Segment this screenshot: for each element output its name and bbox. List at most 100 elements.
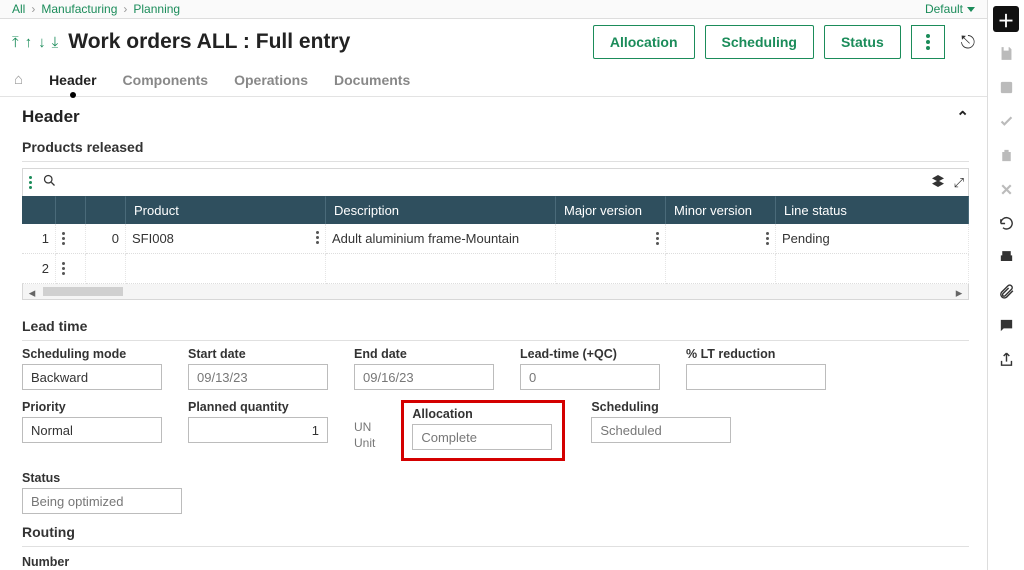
col-blank — [22, 196, 56, 224]
tab-header[interactable]: Header — [49, 72, 96, 88]
col-minor[interactable]: Minor version — [666, 196, 776, 224]
start-date-value: 09/13/23 — [188, 364, 328, 390]
leadtime-row-1: Scheduling mode Start date 09/13/23 End … — [22, 347, 969, 390]
layers-icon[interactable] — [930, 173, 946, 192]
field-routing-desc: Adult MTB3 alu frame — [308, 555, 568, 570]
tab-operations[interactable]: Operations — [234, 72, 308, 88]
col-blank2 — [56, 196, 86, 224]
col-linestatus[interactable]: Line status — [776, 196, 969, 224]
cell-menu-icon[interactable] — [656, 232, 659, 245]
pct-lt-input[interactable] — [686, 364, 826, 390]
divider — [22, 546, 969, 547]
cell-major[interactable] — [556, 224, 666, 254]
cell-minor[interactable] — [666, 224, 776, 254]
col-major[interactable]: Major version — [556, 196, 666, 224]
add-icon[interactable]: ＋ — [993, 6, 1019, 32]
row-index: 1 — [22, 224, 56, 254]
status-button[interactable]: Status — [824, 25, 901, 59]
cell-minor[interactable] — [666, 254, 776, 284]
save-icon[interactable] — [993, 40, 1019, 66]
cell-major[interactable] — [556, 254, 666, 284]
table-row[interactable]: 2 — [22, 254, 969, 284]
breadcrumb: All › Manufacturing › Planning — [12, 2, 180, 16]
next-record-icon[interactable]: ↓ — [38, 34, 46, 51]
expand-icon[interactable]: ⤢ — [954, 175, 964, 191]
crumb-planning[interactable]: Planning — [133, 2, 180, 16]
row-seq — [86, 254, 126, 284]
row-menu-icon[interactable] — [56, 254, 86, 284]
collapse-icon[interactable]: ⌃ — [956, 108, 969, 126]
routing-label: Routing — [22, 524, 969, 540]
title-bar: ⤒ ↑ ↓ ⤓ Work orders ALL : Full entry All… — [0, 19, 987, 59]
cell-description: Adult aluminium frame-Mountain — [326, 224, 556, 254]
scheduling-mode-input[interactable] — [22, 364, 162, 390]
row-seq: 0 — [86, 224, 126, 254]
search-icon[interactable] — [42, 173, 57, 192]
field-pct-lt-reduction: % LT reduction — [686, 347, 826, 390]
check-icon[interactable] — [993, 108, 1019, 134]
row-index: 2 — [22, 254, 56, 284]
table-horizontal-scrollbar[interactable]: ◂ ▸ — [22, 284, 969, 300]
cell-description — [326, 254, 556, 284]
refresh-icon[interactable] — [993, 210, 1019, 236]
cell-menu-icon[interactable] — [316, 231, 319, 244]
unit-block: UN Unit — [354, 400, 375, 461]
col-description[interactable]: Description — [326, 196, 556, 224]
scroll-left-icon[interactable]: ◂ — [25, 285, 39, 301]
table-menu-icon[interactable] — [29, 176, 32, 189]
field-planned-qty: Planned quantity — [188, 400, 328, 461]
cell-linestatus: Pending — [776, 224, 969, 254]
close-icon[interactable] — [993, 176, 1019, 202]
default-view-dropdown[interactable]: Default — [925, 2, 975, 16]
tabs: ⌂ Header Components Operations Documents — [0, 59, 987, 97]
tab-documents[interactable]: Documents — [334, 72, 410, 88]
cell-menu-icon[interactable] — [766, 232, 769, 245]
field-start-date: Start date 09/13/23 — [188, 347, 328, 390]
section-header: Header ⌃ — [22, 105, 969, 133]
share-icon[interactable] — [993, 346, 1019, 372]
col-product[interactable]: Product — [126, 196, 326, 224]
priority-input[interactable] — [22, 417, 162, 443]
table-row[interactable]: 1 0 SFI008 Adult aluminium frame-Mountai… — [22, 224, 969, 254]
crumb-manufacturing[interactable]: Manufacturing — [41, 2, 117, 16]
lead-time-value: 0 — [520, 364, 660, 390]
content-scroll[interactable]: Header ⌃ Products released ⤢ — [0, 97, 987, 570]
attach-icon[interactable] — [993, 278, 1019, 304]
page-title: Work orders ALL : Full entry — [68, 30, 583, 54]
action-buttons: Allocation Scheduling Status ⎋ — [593, 25, 975, 59]
delete-icon[interactable] — [993, 142, 1019, 168]
crumb-all[interactable]: All — [12, 2, 25, 16]
allocation-highlight: Allocation Complete — [401, 400, 565, 461]
print-icon[interactable] — [993, 244, 1019, 270]
scroll-right-icon[interactable]: ▸ — [952, 285, 966, 301]
routing-row: Number Adult MTB3 alu frame — [22, 555, 969, 570]
leadtime-row-3: Status Being optimized — [22, 471, 969, 514]
scroll-thumb[interactable] — [43, 287, 123, 296]
exit-icon[interactable]: ⎋ — [961, 32, 975, 53]
field-status: Status Being optimized — [22, 471, 182, 514]
home-icon[interactable]: ⌂ — [14, 71, 23, 88]
allocation-value: Complete — [412, 424, 552, 450]
scheduling-button[interactable]: Scheduling — [705, 25, 814, 59]
unit-code: UN — [354, 420, 371, 434]
create-icon[interactable] — [993, 74, 1019, 100]
allocation-button[interactable]: Allocation — [593, 25, 695, 59]
planned-qty-input[interactable] — [188, 417, 328, 443]
more-actions-button[interactable] — [911, 25, 945, 59]
products-table: Product Description Major version Minor … — [22, 196, 969, 284]
section-title: Header — [22, 107, 80, 127]
last-record-icon[interactable]: ⤓ — [52, 34, 59, 51]
field-allocation: Allocation Complete — [412, 407, 552, 450]
comment-icon[interactable] — [993, 312, 1019, 338]
first-record-icon[interactable]: ⤒ — [12, 34, 19, 51]
nav-arrows: ⤒ ↑ ↓ ⤓ — [12, 34, 58, 51]
row-menu-icon[interactable] — [56, 224, 86, 254]
cell-product[interactable] — [126, 254, 326, 284]
cell-product[interactable]: SFI008 — [126, 224, 326, 254]
col-blank3 — [86, 196, 126, 224]
tab-components[interactable]: Components — [123, 72, 209, 88]
prev-record-icon[interactable]: ↑ — [25, 34, 33, 51]
unit-label: Unit — [354, 436, 375, 450]
divider — [22, 161, 969, 162]
field-scheduling-mode: Scheduling mode — [22, 347, 162, 390]
